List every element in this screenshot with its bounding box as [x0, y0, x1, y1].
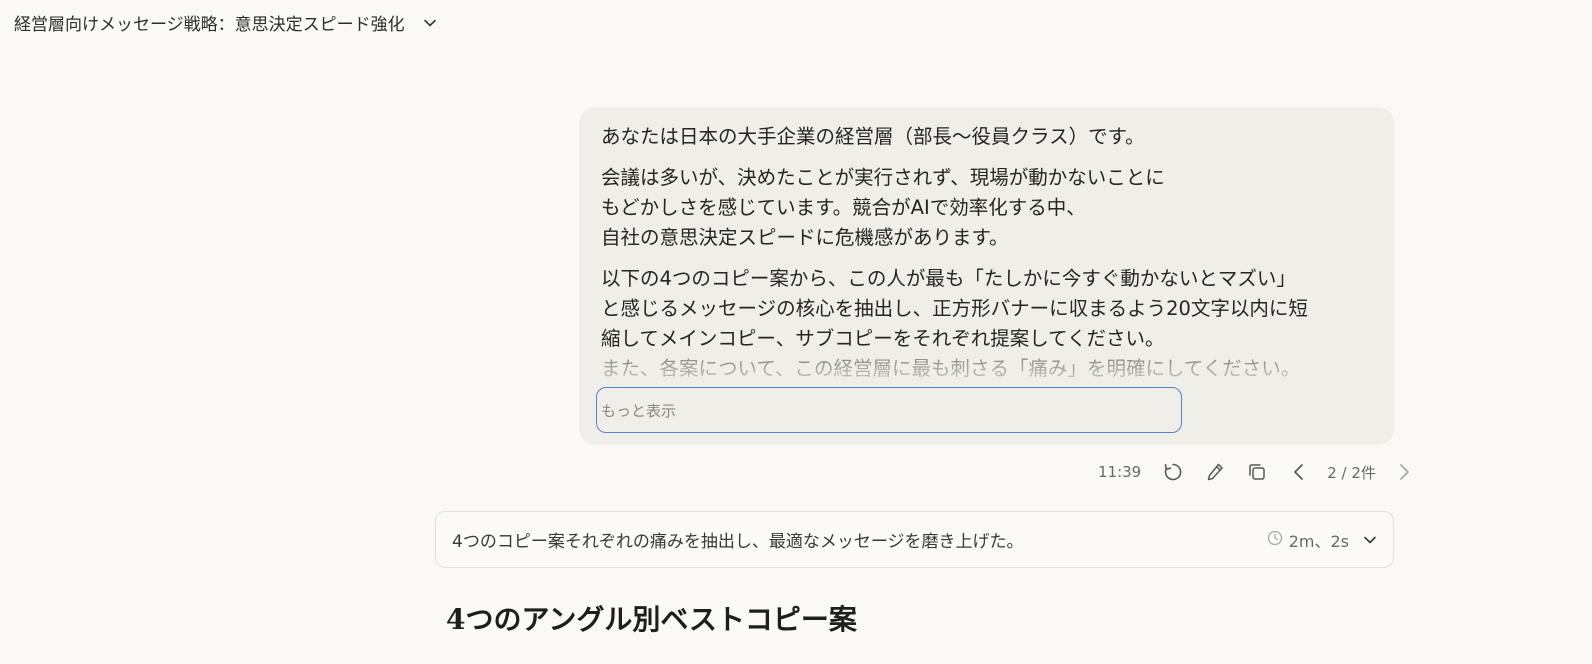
chevron-right-icon[interactable]: [1390, 458, 1418, 486]
conversation-title: 経営層向けメッセージ戦略：意思決定スピード強化: [14, 14, 405, 35]
thinking-duration: 2m、2s: [1288, 531, 1349, 551]
conversation-title-button[interactable]: 経営層向けメッセージ戦略：意思決定スピード強化: [14, 8, 437, 36]
message-timestamp: 11:39: [1098, 463, 1142, 481]
top-bar: 経営層向けメッセージ戦略：意思決定スピード強化: [0, 0, 1592, 44]
answer-heading: 4つのアングル別ベストコピー案: [446, 603, 857, 636]
thinking-summary: 4つのコピー案それぞれの痛みを抽出し、最適なメッセージを磨き上げた。: [452, 532, 1024, 552]
chevron-down-icon: [423, 15, 437, 29]
version-pager: 2 / 2件: [1285, 458, 1418, 486]
message-paragraph: 会議は多いが、決めたことが実行されず、現場が動かないことに もどかしさを感じてい…: [601, 166, 1165, 249]
message-paragraph-faded: また、各案について、この経営層に最も刺さる「痛み」を明確にしてください。: [601, 354, 1381, 384]
show-more-button[interactable]: もっと表示: [596, 387, 1182, 433]
chevron-down-icon[interactable]: [1363, 533, 1377, 547]
retry-icon[interactable]: [1159, 458, 1187, 486]
message-paragraph: あなたは日本の大手企業の経営層（部長〜役員クラス）です。: [601, 125, 1145, 148]
version-counter: 2 / 2件: [1327, 463, 1376, 482]
thinking-duration-group: 2m、2s: [1267, 528, 1377, 552]
user-message-text: あなたは日本の大手企業の経営層（部長〜役員クラス）です。 会議は多いが、決めたこ…: [601, 122, 1381, 395]
copy-icon[interactable]: [1243, 458, 1271, 486]
message-paragraph: 以下の4つのコピー案から、この人が最も「たしかに今すぐ動かないとマズい」 と感じ…: [601, 267, 1308, 350]
thinking-summary-card[interactable]: 4つのコピー案それぞれの痛みを抽出し、最適なメッセージを磨き上げた。 2m、2s: [435, 511, 1394, 568]
pencil-icon[interactable]: [1201, 458, 1229, 486]
clock-icon: [1267, 530, 1283, 550]
user-message-bubble: あなたは日本の大手企業の経営層（部長〜役員クラス）です。 会議は多いが、決めたこ…: [579, 107, 1394, 445]
chevron-left-icon[interactable]: [1285, 458, 1313, 486]
message-actions: 11:39 2 / 2件: [1098, 458, 1418, 486]
